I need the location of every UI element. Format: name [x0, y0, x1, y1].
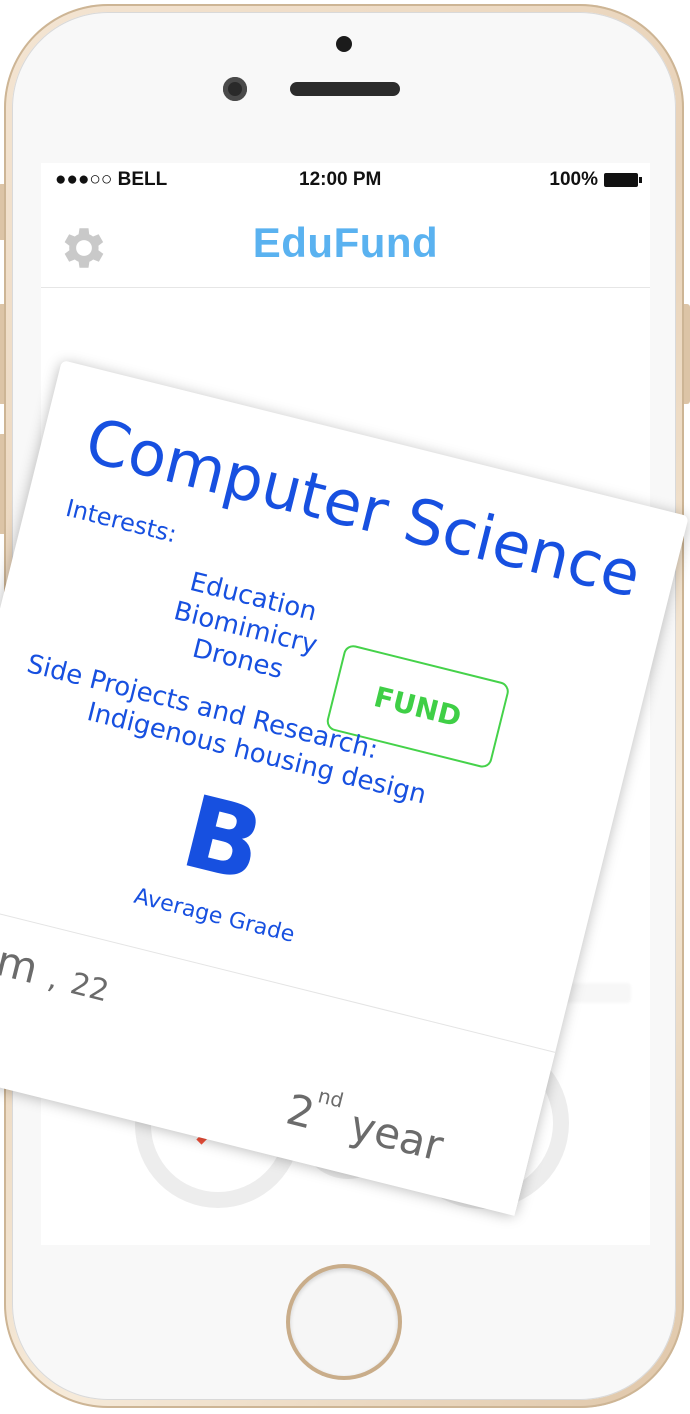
- year-word: year: [345, 1100, 449, 1171]
- age-separator: ,: [44, 960, 63, 997]
- student-name: Sam: [0, 923, 44, 994]
- home-button[interactable]: [290, 1268, 398, 1376]
- volume-up-button: [0, 304, 4, 404]
- status-bar: ●●●○○ BELL 12:00 PM 100%: [41, 163, 650, 199]
- battery-icon: [604, 173, 642, 187]
- battery-percent: 100%: [549, 169, 598, 190]
- interests-label: Interests:: [63, 493, 180, 549]
- battery-status: 100%: [549, 169, 642, 191]
- proximity-sensor: [223, 77, 247, 101]
- power-button: [684, 304, 690, 404]
- status-time: 12:00 PM: [299, 169, 382, 190]
- nav-bar: EduFund: [41, 203, 650, 288]
- interests-list: Education Biomimicry Drones: [151, 561, 339, 695]
- mute-switch: [0, 184, 4, 240]
- app-title: EduFund: [252, 219, 439, 266]
- grade-value: B: [171, 772, 275, 905]
- year-number: 2: [281, 1084, 320, 1139]
- year-suffix: nd: [315, 1083, 347, 1113]
- volume-down-button: [0, 434, 4, 534]
- student-name-age: Sam , 22: [0, 923, 115, 1011]
- front-camera: [336, 36, 352, 52]
- student-year: 2nd year: [281, 1077, 450, 1171]
- student-age: 22: [66, 966, 113, 1010]
- earpiece-speaker: [290, 82, 400, 96]
- carrier-label: ●●●○○ BELL: [55, 169, 168, 190]
